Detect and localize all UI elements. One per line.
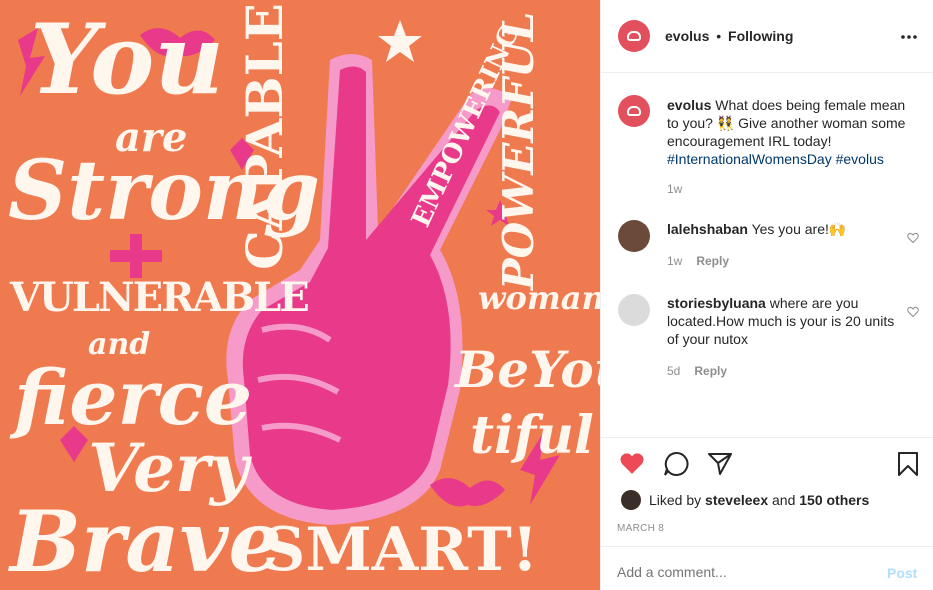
poster-word-vulnerable: VULNERABLE	[10, 274, 310, 321]
liker-avatar[interactable]	[621, 490, 641, 510]
reply-button[interactable]: Reply	[694, 364, 727, 378]
post-side-panel: evolus • Following evolus What does bein…	[600, 0, 933, 590]
comment-username[interactable]: lalehshaban	[667, 221, 748, 237]
author-username[interactable]: evolus	[665, 28, 709, 44]
likes-line: Liked by steveleex and 150 others	[649, 491, 869, 509]
comment-like-icon[interactable]	[907, 231, 919, 244]
caption-time[interactable]: 1w	[667, 182, 682, 196]
caption-text: evolus What does being female mean to yo…	[667, 96, 919, 168]
caption-avatar[interactable]	[618, 95, 650, 127]
liked-by-label: Liked by	[649, 492, 702, 508]
header-line: evolus • Following	[665, 27, 793, 45]
brand-logo-icon	[627, 31, 641, 41]
instagram-post-window: You are Strong VULNERABLE and fierce Ver…	[0, 0, 933, 590]
save-bookmark-icon[interactable]	[897, 451, 919, 482]
author-avatar[interactable]	[618, 20, 650, 52]
commenter-avatar[interactable]	[618, 294, 650, 326]
poster-word-fierce: fierce	[14, 353, 253, 442]
poster-word-capable: CAPABLE	[235, 3, 294, 270]
comment-text: storiesbyluana where are you located.How…	[667, 294, 895, 348]
caption-username[interactable]: evolus	[667, 97, 711, 113]
comment-box-divider	[601, 546, 933, 547]
brand-logo-icon	[627, 106, 641, 116]
comment-meta: 1w Reply	[667, 254, 729, 268]
post-date[interactable]: MARCH 8	[617, 523, 664, 534]
poster-word-tiful: tiful	[470, 405, 594, 466]
comment-body: Yes you are!🙌	[751, 221, 847, 237]
share-icon[interactable]	[707, 452, 733, 481]
comment-like-icon[interactable]	[907, 305, 919, 318]
poster-word-smart: SMART!	[262, 515, 539, 585]
likes-others-link[interactable]: 150 others	[799, 492, 869, 508]
poster-word-beyou: BeYou	[455, 340, 600, 399]
poster-word-you: You	[30, 3, 225, 116]
likes-and: and	[772, 492, 796, 508]
more-horizontal-icon[interactable]	[901, 30, 917, 42]
poster-word-brave: Brave	[10, 492, 282, 590]
post-comment-button[interactable]: Post	[887, 564, 917, 582]
comment-time[interactable]: 5d	[667, 364, 680, 378]
commenter-avatar[interactable]	[618, 220, 650, 252]
header-divider	[601, 72, 933, 73]
add-comment-input[interactable]	[617, 562, 867, 582]
post-image[interactable]: You are Strong VULNERABLE and fierce Ver…	[0, 0, 600, 590]
reply-button[interactable]: Reply	[696, 254, 729, 268]
poster-word-woman: woman	[478, 279, 600, 317]
dot-separator: •	[716, 28, 722, 44]
actions-divider	[601, 437, 933, 438]
like-heart-icon[interactable]	[619, 451, 645, 480]
following-button[interactable]: Following	[728, 28, 793, 44]
poster-word-powerful: POWERFUL	[494, 11, 543, 290]
comment-time[interactable]: 1w	[667, 254, 682, 268]
liker-username[interactable]: steveleex	[705, 492, 768, 508]
caption-hashtags[interactable]: #InternationalWomensDay #evolus	[667, 151, 884, 167]
comment-meta: 5d Reply	[667, 364, 727, 378]
comment-username[interactable]: storiesbyluana	[667, 295, 766, 311]
comment-text: lalehshaban Yes you are!🙌	[667, 220, 897, 238]
comment-icon[interactable]	[663, 451, 689, 482]
